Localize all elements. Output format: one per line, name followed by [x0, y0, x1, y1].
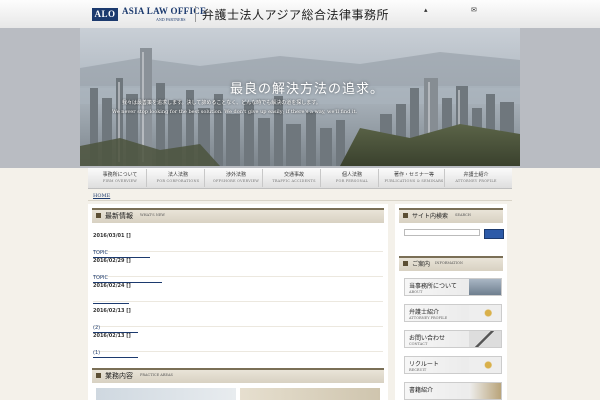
news-date: 2016/02/13 []: [93, 308, 131, 314]
sidebar: サイト内検索 SEARCH ご案内 INFORMATION 当事務所について A…: [395, 204, 507, 400]
news-item: 2016/02/29 [] TOPIC: [93, 255, 383, 283]
hero-title: 最良の解決方法の追求。: [230, 82, 385, 97]
nav-item-attorney-profile[interactable]: 弁護士紹介 ATTORNEY PROFILE: [450, 169, 502, 187]
news-item: 2016/03/01 [] TOPIC: [93, 230, 383, 258]
pen-image: [469, 331, 501, 347]
logo-divider: [195, 6, 196, 22]
menu-label-en: RECRUIT: [409, 368, 427, 372]
menu-books[interactable]: 書籍紹介: [404, 382, 502, 400]
menu-label-jp: お問い合わせ: [409, 335, 446, 342]
menu-label-jp: 当事務所について: [409, 283, 457, 290]
menu-label-en: ABOUT: [409, 290, 423, 294]
section-title-en: WHAT'S NEW: [140, 213, 166, 217]
news-item: 2016/02/13 [] (2): [93, 305, 383, 333]
nav-label-en: OFFSHORE OVERVIEW: [212, 179, 260, 183]
news-item: 2016/02/13 [] (1): [93, 330, 383, 358]
nav-label-jp: 著作・セミナー等: [393, 172, 434, 178]
info-header: ご案内 INFORMATION: [399, 256, 503, 271]
square-bullet-icon: [96, 373, 101, 378]
building-image: [469, 279, 501, 295]
nav-label-jp: 交通事故: [283, 172, 304, 178]
section-title-en: PRACTICE AREAS: [140, 373, 173, 377]
nav-label-jp: 事務所について: [102, 172, 138, 178]
nav-label-en: TRAFFIC ACCIDENTS: [272, 179, 316, 183]
nav-label-en: FOR PERSONAL: [335, 179, 369, 183]
menu-label-en: CONTACT: [409, 342, 428, 346]
sitemap-icon[interactable]: ▴: [424, 6, 428, 14]
section-title-jp: ご案内: [412, 261, 431, 268]
menu-recruit[interactable]: リクルート RECRUIT: [404, 356, 502, 374]
news-date: 2016/03/01 []: [93, 233, 131, 239]
nav-label-en: FOR CORPORATIONS: [156, 179, 200, 183]
news-link[interactable]: [93, 296, 129, 304]
nav-label-jp: 渉外法務: [225, 172, 246, 178]
section-title-jp: サイト内検索: [412, 213, 449, 220]
square-bullet-icon: [96, 213, 101, 218]
section-title-en: INFORMATION: [435, 261, 463, 265]
news-date: 2016/02/13 []: [93, 333, 131, 339]
breadcrumb-home[interactable]: HOME: [93, 193, 110, 199]
menu-label-jp: リクルート: [409, 361, 439, 368]
section-title-jp: 最新情報: [105, 212, 133, 220]
hero-subtitle-en: We never stop looking for the best solut…: [112, 109, 358, 115]
nav-item-corporations[interactable]: 法人法務 FOR CORPORATIONS: [152, 169, 205, 187]
news-date: 2016/02/24 []: [93, 283, 131, 289]
book-image: [469, 383, 501, 399]
global-nav: 事務所について FIRM OVERVIEW 法人法務 FOR CORPORATI…: [88, 168, 512, 189]
menu-label-jp: 書籍紹介: [409, 387, 434, 394]
nav-label-en: FIRM OVERVIEW: [102, 179, 138, 183]
search-header: サイト内検索 SEARCH: [399, 208, 503, 223]
main-column: 最新情報 WHAT'S NEW 2016/03/01 [] TOPIC 2016…: [88, 204, 388, 400]
mail-icon[interactable]: ✉: [471, 6, 477, 14]
nav-item-personal[interactable]: 個人法務 FOR PERSONAL: [326, 169, 379, 187]
menu-label-jp: 弁護士紹介: [409, 309, 440, 316]
nav-item-firm-overview[interactable]: 事務所について FIRM OVERVIEW: [94, 169, 147, 187]
news-date: 2016/02/29 []: [93, 258, 131, 264]
news-item: 2016/02/24 []: [93, 280, 383, 304]
site-header: ALO ASIA LAW OFFICE AND PARTNERS 弁護士法人アジ…: [0, 0, 600, 29]
practice-section-header: 業務内容 PRACTICE AREAS: [92, 368, 384, 383]
practice-image-2[interactable]: [240, 388, 380, 400]
divider: [88, 200, 512, 201]
nav-item-traffic-accidents[interactable]: 交通事故 TRAFFIC ACCIDENTS: [268, 169, 321, 187]
section-title-en: SEARCH: [455, 213, 471, 217]
menu-about[interactable]: 当事務所について ABOUT: [404, 278, 502, 296]
news-link[interactable]: (1): [93, 350, 139, 358]
square-bullet-icon: [403, 213, 408, 218]
logo-subtitle: AND PARTNERS: [156, 17, 186, 22]
square-bullet-icon: [403, 261, 408, 266]
nav-item-publications[interactable]: 著作・セミナー等 PUBLICATIONS & SEMINARS: [384, 169, 445, 187]
search-input[interactable]: [404, 229, 480, 236]
nav-label-jp: 弁護士紹介: [463, 172, 489, 178]
badge-image: [469, 305, 501, 321]
section-title-jp: 業務内容: [105, 372, 133, 380]
news-section-header: 最新情報 WHAT'S NEW: [92, 208, 384, 223]
logo-english[interactable]: ASIA LAW OFFICE: [122, 6, 206, 16]
logo-mark[interactable]: ALO: [92, 8, 118, 21]
nav-label-en: PUBLICATIONS & SEMINARS: [384, 179, 444, 183]
hero-image: [80, 28, 520, 166]
search-button[interactable]: [484, 229, 504, 239]
hero-subtitle-jp: 我々は最善策を追求します。決して諦めることなく、どんな時でも解決の道を探します。: [122, 100, 321, 106]
practice-image-1[interactable]: [96, 388, 236, 400]
menu-attorney-profile[interactable]: 弁護士紹介 ATTORNEY PROFILE: [404, 304, 502, 322]
menu-contact[interactable]: お問い合わせ CONTACT: [404, 330, 502, 348]
badge-image: [469, 357, 501, 373]
nav-item-offshore[interactable]: 渉外法務 OFFSHORE OVERVIEW: [210, 169, 263, 187]
nav-label-en: ATTORNEY PROFILE: [455, 179, 497, 183]
nav-label-jp: 個人法務: [341, 172, 362, 178]
menu-label-en: ATTORNEY PROFILE: [409, 316, 448, 320]
nav-label-jp: 法人法務: [167, 172, 188, 178]
logo-japanese[interactable]: 弁護士法人アジア総合法律事務所: [202, 6, 389, 23]
